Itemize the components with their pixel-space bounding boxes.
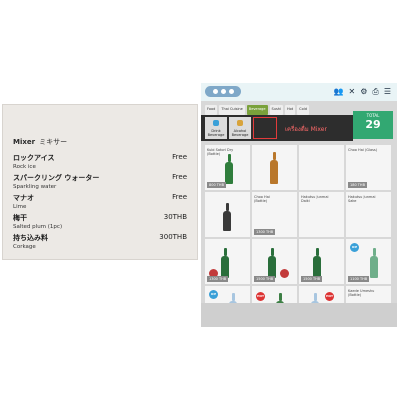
people-icon[interactable]: 👥	[334, 87, 344, 97]
tab-sushi[interactable]: Sushi	[269, 105, 284, 115]
product-card[interactable]: Hakutsu Junmai Sake	[346, 192, 391, 237]
total-summary: TOTAL 29	[353, 111, 393, 139]
product-card[interactable]	[299, 145, 344, 190]
mixer-subcat-highlight[interactable]	[253, 117, 277, 139]
subcategory-bar: Drink Beverage Alcohol Beverage เครื่องด…	[201, 115, 353, 141]
tab-hot[interactable]: Hot	[285, 105, 296, 115]
settings-icon[interactable]: ⚙	[360, 87, 367, 97]
mixer-label: เครื่องดื่ม Mixer	[285, 126, 327, 133]
print-icon[interactable]: ⎙	[372, 87, 378, 97]
top-icons: 👥 ✕ ⚙ ⎙ ☰	[334, 87, 391, 97]
product-card[interactable]: Choo Hai (Glass) 180 THB	[346, 145, 391, 190]
product-card[interactable]: ICE 1100 THB	[346, 239, 391, 284]
product-card[interactable]	[252, 145, 297, 190]
subcat-alcohol[interactable]: Alcohol Beverage	[229, 117, 251, 139]
fruit-icon	[280, 269, 289, 278]
menu-item: ロックアイス Rock ice Free	[13, 153, 187, 170]
ice-icon: ICE	[350, 243, 359, 252]
menu-header: Mixer ミキサー	[13, 138, 68, 146]
menu-item: 梅干 Salted plum (1pc) 30THB	[13, 213, 187, 230]
product-card[interactable]: 1300 THB	[205, 239, 250, 284]
tablet-screen: 👥 ✕ ⚙ ⎙ ☰ Food Thai Cuisine Beverage Sus…	[201, 83, 397, 327]
tab-food[interactable]: Food	[205, 105, 218, 115]
ice-icon: ICE	[209, 290, 218, 299]
top-bar: 👥 ✕ ⚙ ⎙ ☰	[201, 83, 397, 101]
menu-item: スパークリング ウォーター Sparkling water Free	[13, 173, 187, 190]
bottom-strip	[201, 303, 397, 327]
product-card[interactable]: Kubi Satori Dry (Bottle) 800 THB	[205, 145, 250, 190]
product-card[interactable]: Choo Hai (Bottle) 1300 THB	[252, 192, 297, 237]
product-card[interactable]: Hakutsu Junmai Daiki	[299, 192, 344, 237]
menu-photo: Mixer ミキサー ロックアイス Rock ice Free スパークリング ウ…	[2, 104, 198, 260]
menu-icon[interactable]: ☰	[384, 87, 391, 97]
menu-item: 持ち込み料 Corkage 300THB	[13, 233, 187, 250]
close-icon[interactable]: ✕	[349, 87, 356, 97]
menu-item: マナオ Lime Free	[13, 193, 187, 210]
back-button[interactable]	[205, 86, 241, 97]
product-grid: Kubi Satori Dry (Bottle) 800 THB Choo Ha…	[205, 145, 393, 327]
product-card[interactable]: 1500 THB	[252, 239, 297, 284]
product-card[interactable]: 1500 THB	[299, 239, 344, 284]
hot-icon: HOT	[325, 292, 334, 301]
subcat-drink[interactable]: Drink Beverage	[205, 117, 227, 139]
tab-thai-cuisine[interactable]: Thai Cuisine	[219, 105, 245, 115]
hot-icon: HOT	[256, 292, 265, 301]
tab-beverage[interactable]: Beverage	[246, 105, 268, 115]
category-tabs: Food Thai Cuisine Beverage Sushi Hot Col…	[201, 105, 347, 115]
product-card[interactable]	[205, 192, 250, 237]
tab-cold[interactable]: Cold	[297, 105, 309, 115]
